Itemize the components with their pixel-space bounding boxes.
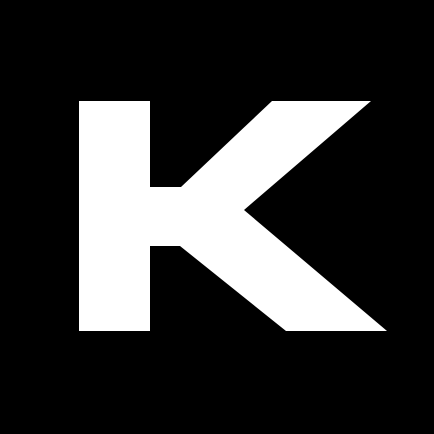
app-icon-canvas <box>0 0 434 434</box>
letter-k-logo-icon <box>0 0 434 434</box>
